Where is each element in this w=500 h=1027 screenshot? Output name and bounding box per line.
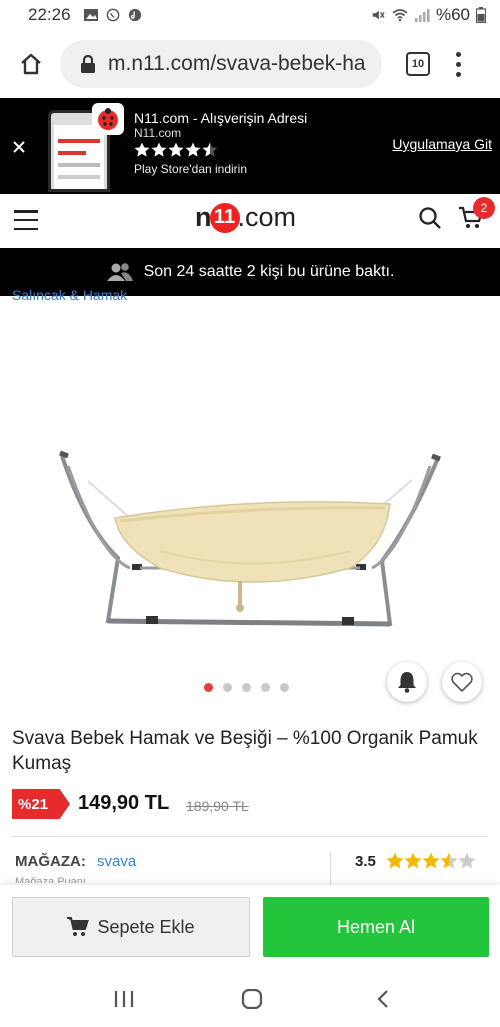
app-install-banner: N11.com - Alışverişin Adresi N11.com Pla… xyxy=(0,98,500,194)
hammock-image xyxy=(59,450,441,627)
browser-menu-button[interactable] xyxy=(454,51,462,77)
home-nav-icon[interactable] xyxy=(240,989,264,1009)
gallery-icon xyxy=(83,9,98,21)
menu-dot-icon xyxy=(455,61,461,67)
home-icon xyxy=(21,53,41,75)
gallery-dot[interactable] xyxy=(204,683,213,692)
logo-11-text: 11 xyxy=(209,202,240,233)
wifi-icon xyxy=(392,9,408,22)
gallery-dot[interactable] xyxy=(223,683,232,692)
open-app-link[interactable]: Uygulamaya Git xyxy=(392,136,492,152)
store-score-label: Mağaza Puanı xyxy=(15,876,86,883)
price-alert-button[interactable] xyxy=(387,662,427,702)
buy-now-button[interactable]: Hemen Al xyxy=(263,897,489,957)
home-button[interactable] xyxy=(14,47,48,81)
store-name-link[interactable]: svava xyxy=(97,853,136,870)
battery-level: %60 xyxy=(435,5,470,24)
n11-logo[interactable]: n 11 .com xyxy=(195,202,296,233)
hamburger-menu-icon[interactable] xyxy=(14,210,38,230)
banner-store-text: Play Store'dan indirin xyxy=(134,162,248,176)
product-title: Svava Bebek Hamak ve Beşiği – %100 Organ… xyxy=(12,728,478,774)
whatsapp-icon xyxy=(106,8,119,22)
favorite-button[interactable] xyxy=(442,662,482,702)
url-text: m.n11.com/svava-bebek-ha xyxy=(108,52,366,75)
music-icon xyxy=(128,8,141,22)
logo-com-text: .com xyxy=(237,202,297,232)
tab-switcher-button[interactable]: 10 xyxy=(406,52,430,76)
menu-dot-icon xyxy=(455,71,461,77)
bell-icon xyxy=(398,672,416,693)
gallery-dot[interactable] xyxy=(261,683,270,692)
divider xyxy=(12,836,488,837)
banner-rating-stars xyxy=(134,142,220,158)
cart-icon xyxy=(67,917,90,936)
product-rating-value: 3.5 xyxy=(355,853,376,870)
heart-icon xyxy=(451,672,473,692)
breadcrumb[interactable]: Salıncak & Hamak xyxy=(12,290,127,304)
site-header: n 11 .com xyxy=(0,194,500,248)
add-to-cart-button[interactable]: Sepete Ekle xyxy=(12,897,250,957)
status-time: 22:26 xyxy=(28,5,71,24)
product-price: 149,90 TL xyxy=(78,792,170,814)
battery-icon xyxy=(476,7,486,23)
mute-icon xyxy=(372,10,385,20)
old-price: 189,90 TL xyxy=(186,798,249,814)
lock-icon xyxy=(81,55,95,73)
menu-dot-icon xyxy=(455,51,461,57)
purchase-action-bar: Sepete Ekle Hemen Al xyxy=(0,885,500,969)
browser-toolbar: m.n11.com/svava-bebek-ha 10 xyxy=(0,30,500,98)
gallery-dot[interactable] xyxy=(242,683,251,692)
gallery-dot[interactable] xyxy=(280,683,289,692)
add-to-cart-label: Sepete Ekle xyxy=(97,916,195,937)
back-icon[interactable] xyxy=(372,989,396,1009)
close-icon[interactable] xyxy=(12,134,32,154)
recent-apps-icon[interactable] xyxy=(112,989,136,1009)
cart-count-badge: 2 xyxy=(473,197,495,219)
product-rating-stars[interactable] xyxy=(386,852,476,870)
search-icon[interactable] xyxy=(418,206,442,230)
status-bar: 22:26 %60 xyxy=(0,0,500,30)
view-notice-bar: Son 24 saatte 2 kişi bu ürüne baktı. xyxy=(0,248,500,296)
gallery-dots xyxy=(204,683,289,692)
store-label: MAĞAZA: xyxy=(15,853,86,870)
n11-app-logo xyxy=(92,103,124,135)
address-bar[interactable]: m.n11.com/svava-bebek-ha xyxy=(60,40,382,88)
notice-text: Son 24 saatte 2 kişi bu ürüne baktı. xyxy=(143,263,395,280)
product-image[interactable] xyxy=(0,306,500,706)
banner-title: N11.com - Alışverişin Adresi xyxy=(134,110,308,126)
signal-icon xyxy=(414,9,430,22)
banner-subtitle: N11.com xyxy=(134,126,182,140)
people-icon xyxy=(106,263,133,281)
discount-badge: %21 xyxy=(12,789,70,819)
divider xyxy=(330,852,331,886)
android-nav-bar xyxy=(0,969,500,1027)
